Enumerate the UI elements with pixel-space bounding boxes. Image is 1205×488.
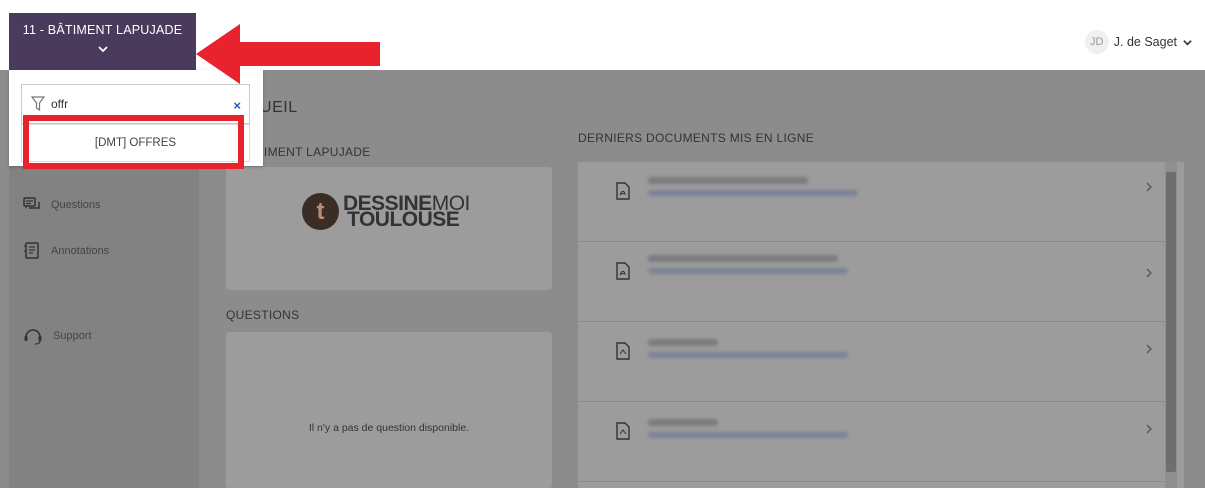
blurred-document-name <box>648 255 838 262</box>
project-section-title: ÂTIMENT LAPUJADE <box>248 145 371 159</box>
sidebar-item-annotations[interactable]: Annotations <box>23 242 109 260</box>
documents-list <box>578 162 1184 488</box>
clear-icon[interactable]: × <box>233 98 241 113</box>
annotations-icon <box>24 242 39 259</box>
support-icon <box>24 329 42 345</box>
main-content: CUEIL ÂTIMENT LAPUJADE t DESSINEMOI TOUL… <box>199 70 1205 488</box>
dxf-file-icon <box>616 342 630 360</box>
project-selector-button[interactable]: 11 - BÂTIMENT LAPUJADE <box>9 13 196 70</box>
document-item[interactable] <box>578 402 1168 482</box>
annotation-arrow-icon <box>196 24 380 84</box>
blurred-document-name <box>648 339 718 346</box>
document-item[interactable] <box>578 242 1168 322</box>
pdf-file-icon <box>616 262 630 280</box>
documents-scrollbar[interactable] <box>1165 162 1177 488</box>
blurred-document-meta <box>648 432 848 438</box>
sidebar-item-support[interactable]: Support <box>23 327 92 345</box>
project-search-input[interactable] <box>51 97 201 111</box>
project-logo: t DESSINEMOI TOULOUSE <box>302 193 470 230</box>
scrollbar-thumb[interactable] <box>1166 172 1176 472</box>
document-item[interactable] <box>578 322 1168 402</box>
chevron-down-icon <box>1183 39 1192 46</box>
blurred-document-meta <box>648 352 848 358</box>
user-name: J. de Saget <box>1113 35 1177 49</box>
chevron-right-icon <box>1146 182 1152 192</box>
sidebar-item-label: Support <box>53 330 92 342</box>
sidebar-item-label: Questions <box>51 199 101 211</box>
blurred-document-name <box>648 419 718 426</box>
user-menu[interactable]: JD J. de Saget <box>1084 30 1193 54</box>
top-bar: 11 - BÂTIMENT LAPUJADE JD J. de Saget <box>0 0 1205 70</box>
questions-icon <box>23 197 40 209</box>
sidebar-item-questions[interactable]: Questions <box>23 197 101 213</box>
questions-panel: Il n'y a pas de question disponible. <box>226 332 552 488</box>
logo-text-line2: TOULOUSE <box>347 207 460 231</box>
document-item[interactable] <box>578 162 1168 242</box>
blurred-document-meta <box>648 268 848 274</box>
chevron-down-icon <box>97 46 108 53</box>
logo-mark: t <box>302 193 339 230</box>
empty-questions-message: Il n'y a pas de question disponible. <box>308 422 470 434</box>
chevron-right-icon <box>1146 344 1152 354</box>
annotation-highlight-box <box>23 115 244 169</box>
questions-section-title: QUESTIONS <box>226 308 300 322</box>
blurred-document-meta <box>648 190 858 196</box>
filter-icon <box>31 96 45 112</box>
blurred-document-name <box>648 177 808 184</box>
project-title: 11 - BÂTIMENT LAPUJADE <box>22 23 183 37</box>
avatar: JD <box>1084 30 1109 54</box>
project-logo-panel: t DESSINEMOI TOULOUSE <box>226 167 552 290</box>
sidebar-item-label: Annotations <box>51 245 110 257</box>
documents-section-title: DERNIERS DOCUMENTS MIS EN LIGNE <box>578 131 814 145</box>
pdf-file-icon <box>616 182 630 200</box>
dxf-file-icon <box>616 422 630 440</box>
chevron-right-icon <box>1146 268 1152 278</box>
chevron-right-icon <box>1146 424 1152 434</box>
